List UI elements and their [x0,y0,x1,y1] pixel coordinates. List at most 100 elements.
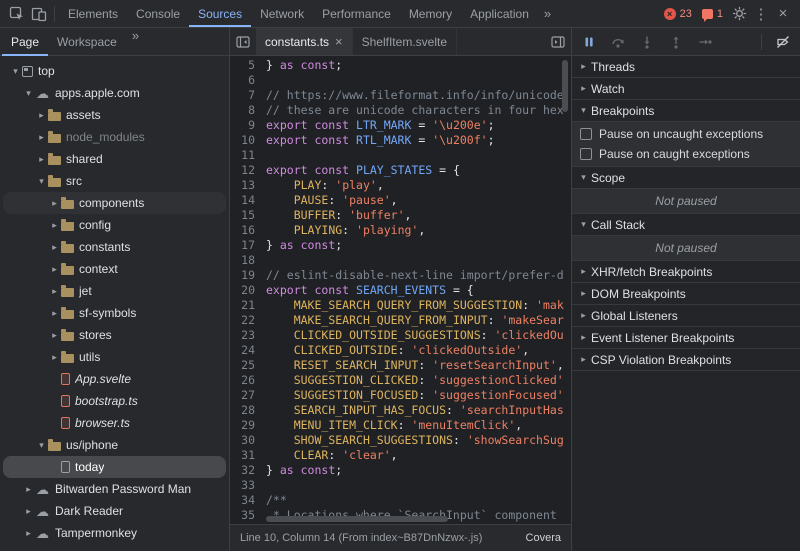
hide-navigator-icon[interactable] [230,28,256,55]
line-number[interactable]: 11 [230,148,266,163]
code-text[interactable]: CLEAR: 'clear', [266,448,398,463]
line-number[interactable]: 29 [230,418,266,433]
line-number[interactable]: 7 [230,88,266,103]
code-text[interactable]: export const LTR_MARK = '\u200e'; [266,118,495,133]
line-number[interactable]: 31 [230,448,266,463]
section-csp-violation-breakpoints[interactable]: ▸ CSP Violation Breakpoints [572,349,800,371]
code-text[interactable]: SUGGESTION_CLICKED: 'suggestionClicked' [266,373,564,388]
code-text[interactable]: RESET_SEARCH_INPUT: 'resetSearchInput', [266,358,564,373]
tree-item-shared[interactable]: ▸ shared [3,148,226,170]
tree-item-utils[interactable]: ▸ utils [3,346,226,368]
code-text[interactable]: PLAY: 'play', [266,178,384,193]
step-over-icon[interactable] [610,34,626,50]
line-number[interactable]: 34 [230,493,266,508]
line-number[interactable]: 22 [230,313,266,328]
more-panels-chevron[interactable]: » [538,6,557,21]
settings-gear-icon[interactable] [728,3,750,25]
tab-network[interactable]: Network [251,0,313,27]
tree-item-us-iphone[interactable]: ▾ us/iphone [3,434,226,456]
line-number[interactable]: 18 [230,253,266,268]
coverage-button[interactable]: Covera [526,532,561,544]
more-navigator-tabs-chevron[interactable]: » [126,28,145,55]
tree-item-today[interactable]: today [3,456,226,478]
line-number[interactable]: 27 [230,388,266,403]
tree-item-app-svelte[interactable]: App.svelte [3,368,226,390]
line-number[interactable]: 19 [230,268,266,283]
vertical-scrollbar[interactable] [562,58,570,514]
step-into-icon[interactable] [639,34,655,50]
code-text[interactable]: // https://www.fileformat.info/info/unic… [266,88,564,103]
section-event-listener-breakpoints[interactable]: ▸ Event Listener Breakpoints [572,327,800,349]
navigator-tab-page[interactable]: Page [2,28,48,56]
step-icon[interactable] [697,34,713,50]
line-number[interactable]: 10 [230,133,266,148]
line-number[interactable]: 20 [230,283,266,298]
tab-elements[interactable]: Elements [59,0,127,27]
line-number[interactable]: 8 [230,103,266,118]
checkbox-row-pause-on-caught-exceptions[interactable]: Pause on caught exceptions [572,144,800,164]
tree-item-top[interactable]: ▾ top [3,60,226,82]
section-global-listeners[interactable]: ▸ Global Listeners [572,305,800,327]
editor-tab-shelfitem-svelte[interactable]: ShelfItem.svelte [353,28,457,55]
line-number[interactable]: 14 [230,193,266,208]
tree-item-bootstrap-ts[interactable]: bootstrap.ts [3,390,226,412]
menu-dots-icon[interactable]: ⋮ [750,3,772,25]
line-number[interactable]: 17 [230,238,266,253]
line-number[interactable]: 21 [230,298,266,313]
code-text[interactable]: SEARCH_INPUT_HAS_FOCUS: 'searchInputHas [266,403,564,418]
section-call-stack[interactable]: ▾ Call Stack [572,214,800,236]
tree-item-constants[interactable]: ▸ constants [3,236,226,258]
code-text[interactable]: PAUSE: 'pause', [266,193,398,208]
line-number[interactable]: 30 [230,433,266,448]
checkbox-row-pause-on-uncaught-exceptions[interactable]: Pause on uncaught exceptions [572,124,800,144]
code-text[interactable]: SUGGESTION_FOCUSED: 'suggestionFocused' [266,388,564,403]
code-text[interactable]: } as const; [266,463,342,478]
code-text[interactable]: // eslint-disable-next-line import/prefe… [266,268,564,283]
code-text[interactable]: CLICKED_OUTSIDE: 'clickedOutside', [266,343,529,358]
line-number[interactable]: 12 [230,163,266,178]
code-text[interactable]: export const SEARCH_EVENTS = { [266,283,474,298]
step-out-icon[interactable] [668,34,684,50]
section-threads[interactable]: ▸ Threads [572,56,800,78]
code-text[interactable]: /** [266,493,287,508]
deactivate-breakpoints-icon[interactable] [775,34,791,50]
line-number[interactable]: 23 [230,328,266,343]
scrollbar-thumb[interactable] [562,60,568,112]
code-text[interactable]: } as const; [266,238,342,253]
code-text[interactable]: // these are unicode characters in four … [266,103,564,118]
tree-item-browser-ts[interactable]: browser.ts [3,412,226,434]
code-text[interactable]: MAKE_SEARCH_QUERY_FROM_SUGGESTION: 'mak [266,298,564,313]
error-badge[interactable]: × 23 [659,7,697,20]
tree-item-node-modules[interactable]: ▸ node_modules [3,126,226,148]
line-number[interactable]: 5 [230,58,266,73]
code-text[interactable]: export const RTL_MARK = '\u200f'; [266,133,495,148]
close-icon[interactable]: × [772,3,794,25]
line-number[interactable]: 16 [230,223,266,238]
tab-memory[interactable]: Memory [400,0,461,27]
checkbox[interactable] [580,128,592,140]
device-toolbar-icon[interactable] [28,3,50,25]
section-scope[interactable]: ▾ Scope [572,167,800,189]
tree-item-assets[interactable]: ▸ assets [3,104,226,126]
code-text[interactable]: } as const; [266,58,342,73]
tree-item-bitwarden-password-man[interactable]: ▸ ☁ Bitwarden Password Man [3,478,226,500]
code-text[interactable]: PLAYING: 'playing', [266,223,426,238]
line-number[interactable]: 15 [230,208,266,223]
code-text[interactable]: export const PLAY_STATES = { [266,163,460,178]
checkbox[interactable] [580,148,592,160]
line-number[interactable]: 35 [230,508,266,523]
tab-application[interactable]: Application [461,0,538,27]
tree-item-stores[interactable]: ▸ stores [3,324,226,346]
section-watch[interactable]: ▸ Watch [572,78,800,100]
tree-item-apps-apple-com[interactable]: ▾ ☁ apps.apple.com [3,82,226,104]
tree-item-jet[interactable]: ▸ jet [3,280,226,302]
section-breakpoints[interactable]: ▾ Breakpoints [572,100,800,122]
code-text[interactable]: SHOW_SEARCH_SUGGESTIONS: 'showSearchSug [266,433,564,448]
line-number[interactable]: 33 [230,478,266,493]
line-number[interactable]: 6 [230,73,266,88]
tree-item-src[interactable]: ▾ src [3,170,226,192]
section-xhr-fetch-breakpoints[interactable]: ▸ XHR/fetch Breakpoints [572,261,800,283]
tab-console[interactable]: Console [127,0,189,27]
tree-item-config[interactable]: ▸ config [3,214,226,236]
pause-icon[interactable] [581,34,597,50]
